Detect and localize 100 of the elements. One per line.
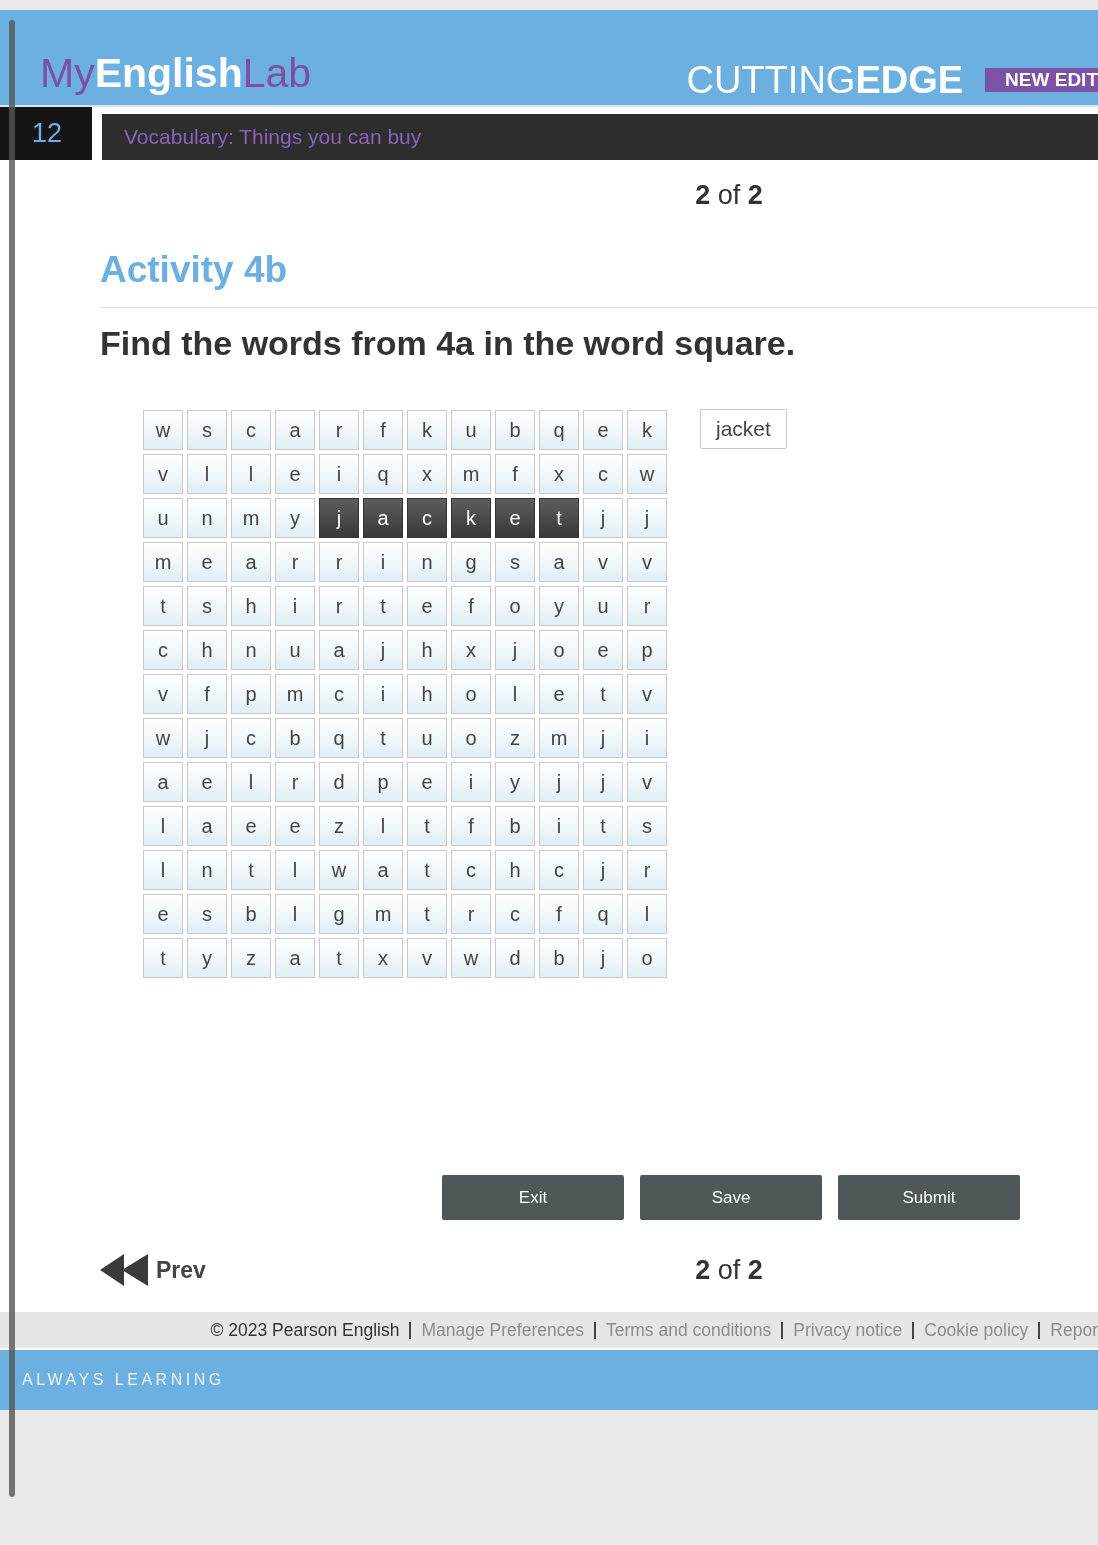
letter-tile[interactable]: t <box>143 586 183 626</box>
letter-tile[interactable]: c <box>539 850 579 890</box>
letter-tile[interactable]: f <box>495 454 535 494</box>
letter-tile[interactable]: i <box>363 542 403 582</box>
letter-tile[interactable]: l <box>187 454 227 494</box>
letter-tile[interactable]: n <box>187 850 227 890</box>
letter-tile[interactable]: m <box>363 894 403 934</box>
letter-tile[interactable]: o <box>451 674 491 714</box>
letter-tile[interactable]: s <box>627 806 667 846</box>
letter-tile[interactable]: t <box>143 938 183 978</box>
letter-tile[interactable]: j <box>187 718 227 758</box>
letter-tile[interactable]: t <box>231 850 271 890</box>
letter-tile[interactable]: r <box>319 542 359 582</box>
letter-tile[interactable]: m <box>451 454 491 494</box>
letter-tile[interactable]: w <box>143 410 183 450</box>
letter-tile[interactable]: v <box>143 674 183 714</box>
letter-tile[interactable]: j <box>583 850 623 890</box>
letter-tile[interactable]: x <box>363 938 403 978</box>
letter-tile[interactable]: i <box>275 586 315 626</box>
letter-tile[interactable]: x <box>451 630 491 670</box>
letter-tile[interactable]: p <box>231 674 271 714</box>
letter-tile[interactable]: e <box>187 542 227 582</box>
letter-tile[interactable]: h <box>187 630 227 670</box>
letter-tile[interactable]: j <box>495 630 535 670</box>
letter-tile[interactable]: v <box>627 542 667 582</box>
letter-tile[interactable]: q <box>583 894 623 934</box>
exit-button[interactable]: Exit <box>442 1175 624 1220</box>
letter-tile[interactable]: e <box>583 630 623 670</box>
letter-tile[interactable]: e <box>539 674 579 714</box>
letter-tile[interactable]: e <box>231 806 271 846</box>
letter-tile[interactable]: e <box>583 410 623 450</box>
letter-tile[interactable]: i <box>539 806 579 846</box>
letter-tile[interactable]: l <box>231 454 271 494</box>
letter-tile[interactable]: m <box>539 718 579 758</box>
letter-tile[interactable]: q <box>363 454 403 494</box>
letter-tile[interactable]: c <box>407 498 447 538</box>
letter-tile[interactable]: b <box>495 410 535 450</box>
letter-tile[interactable]: a <box>319 630 359 670</box>
letter-tile[interactable]: t <box>363 586 403 626</box>
letter-tile[interactable]: i <box>627 718 667 758</box>
letter-tile[interactable]: e <box>495 498 535 538</box>
letter-tile[interactable]: w <box>319 850 359 890</box>
letter-tile[interactable]: r <box>451 894 491 934</box>
letter-tile[interactable]: a <box>143 762 183 802</box>
letter-tile[interactable]: p <box>363 762 403 802</box>
letter-tile[interactable]: f <box>363 410 403 450</box>
letter-tile[interactable]: t <box>583 806 623 846</box>
letter-tile[interactable]: q <box>319 718 359 758</box>
letter-tile[interactable]: j <box>583 938 623 978</box>
letter-tile[interactable]: j <box>363 630 403 670</box>
letter-tile[interactable]: w <box>451 938 491 978</box>
submit-button[interactable]: Submit <box>838 1175 1020 1220</box>
letter-tile[interactable]: c <box>319 674 359 714</box>
letter-tile[interactable]: c <box>231 718 271 758</box>
letter-tile[interactable]: u <box>275 630 315 670</box>
letter-tile[interactable]: h <box>231 586 271 626</box>
letter-tile[interactable]: i <box>319 454 359 494</box>
save-button[interactable]: Save <box>640 1175 822 1220</box>
letter-tile[interactable]: e <box>275 806 315 846</box>
letter-tile[interactable]: a <box>187 806 227 846</box>
letter-tile[interactable]: f <box>451 586 491 626</box>
letter-tile[interactable]: o <box>451 718 491 758</box>
letter-tile[interactable]: t <box>583 674 623 714</box>
letter-tile[interactable]: a <box>539 542 579 582</box>
letter-tile[interactable]: t <box>539 498 579 538</box>
letter-tile[interactable]: n <box>407 542 447 582</box>
letter-tile[interactable]: t <box>363 718 403 758</box>
letter-tile[interactable]: e <box>407 586 447 626</box>
letter-tile[interactable]: p <box>627 630 667 670</box>
letter-tile[interactable]: r <box>275 542 315 582</box>
letter-tile[interactable]: e <box>143 894 183 934</box>
letter-tile[interactable]: v <box>627 674 667 714</box>
letter-tile[interactable]: c <box>583 454 623 494</box>
letter-tile[interactable]: g <box>319 894 359 934</box>
letter-tile[interactable]: l <box>363 806 403 846</box>
letter-tile[interactable]: d <box>495 938 535 978</box>
letter-tile[interactable]: x <box>407 454 447 494</box>
letter-tile[interactable]: u <box>407 718 447 758</box>
prev-button[interactable]: Prev <box>100 1252 206 1288</box>
letter-tile[interactable]: l <box>495 674 535 714</box>
letter-tile[interactable]: j <box>583 498 623 538</box>
letter-tile[interactable]: w <box>143 718 183 758</box>
letter-tile[interactable]: m <box>275 674 315 714</box>
letter-tile[interactable]: y <box>539 586 579 626</box>
letter-tile[interactable]: r <box>627 850 667 890</box>
letter-tile[interactable]: f <box>187 674 227 714</box>
letter-tile[interactable]: j <box>319 498 359 538</box>
letter-tile[interactable]: k <box>407 410 447 450</box>
letter-tile[interactable]: n <box>187 498 227 538</box>
letter-tile[interactable]: c <box>143 630 183 670</box>
letter-tile[interactable]: o <box>495 586 535 626</box>
letter-tile[interactable]: i <box>451 762 491 802</box>
letter-tile[interactable]: x <box>539 454 579 494</box>
letter-tile[interactable]: b <box>275 718 315 758</box>
letter-tile[interactable]: a <box>363 498 403 538</box>
letter-tile[interactable]: o <box>627 938 667 978</box>
letter-tile[interactable]: k <box>451 498 491 538</box>
letter-tile[interactable]: t <box>407 850 447 890</box>
letter-tile[interactable]: u <box>451 410 491 450</box>
letter-tile[interactable]: r <box>319 586 359 626</box>
